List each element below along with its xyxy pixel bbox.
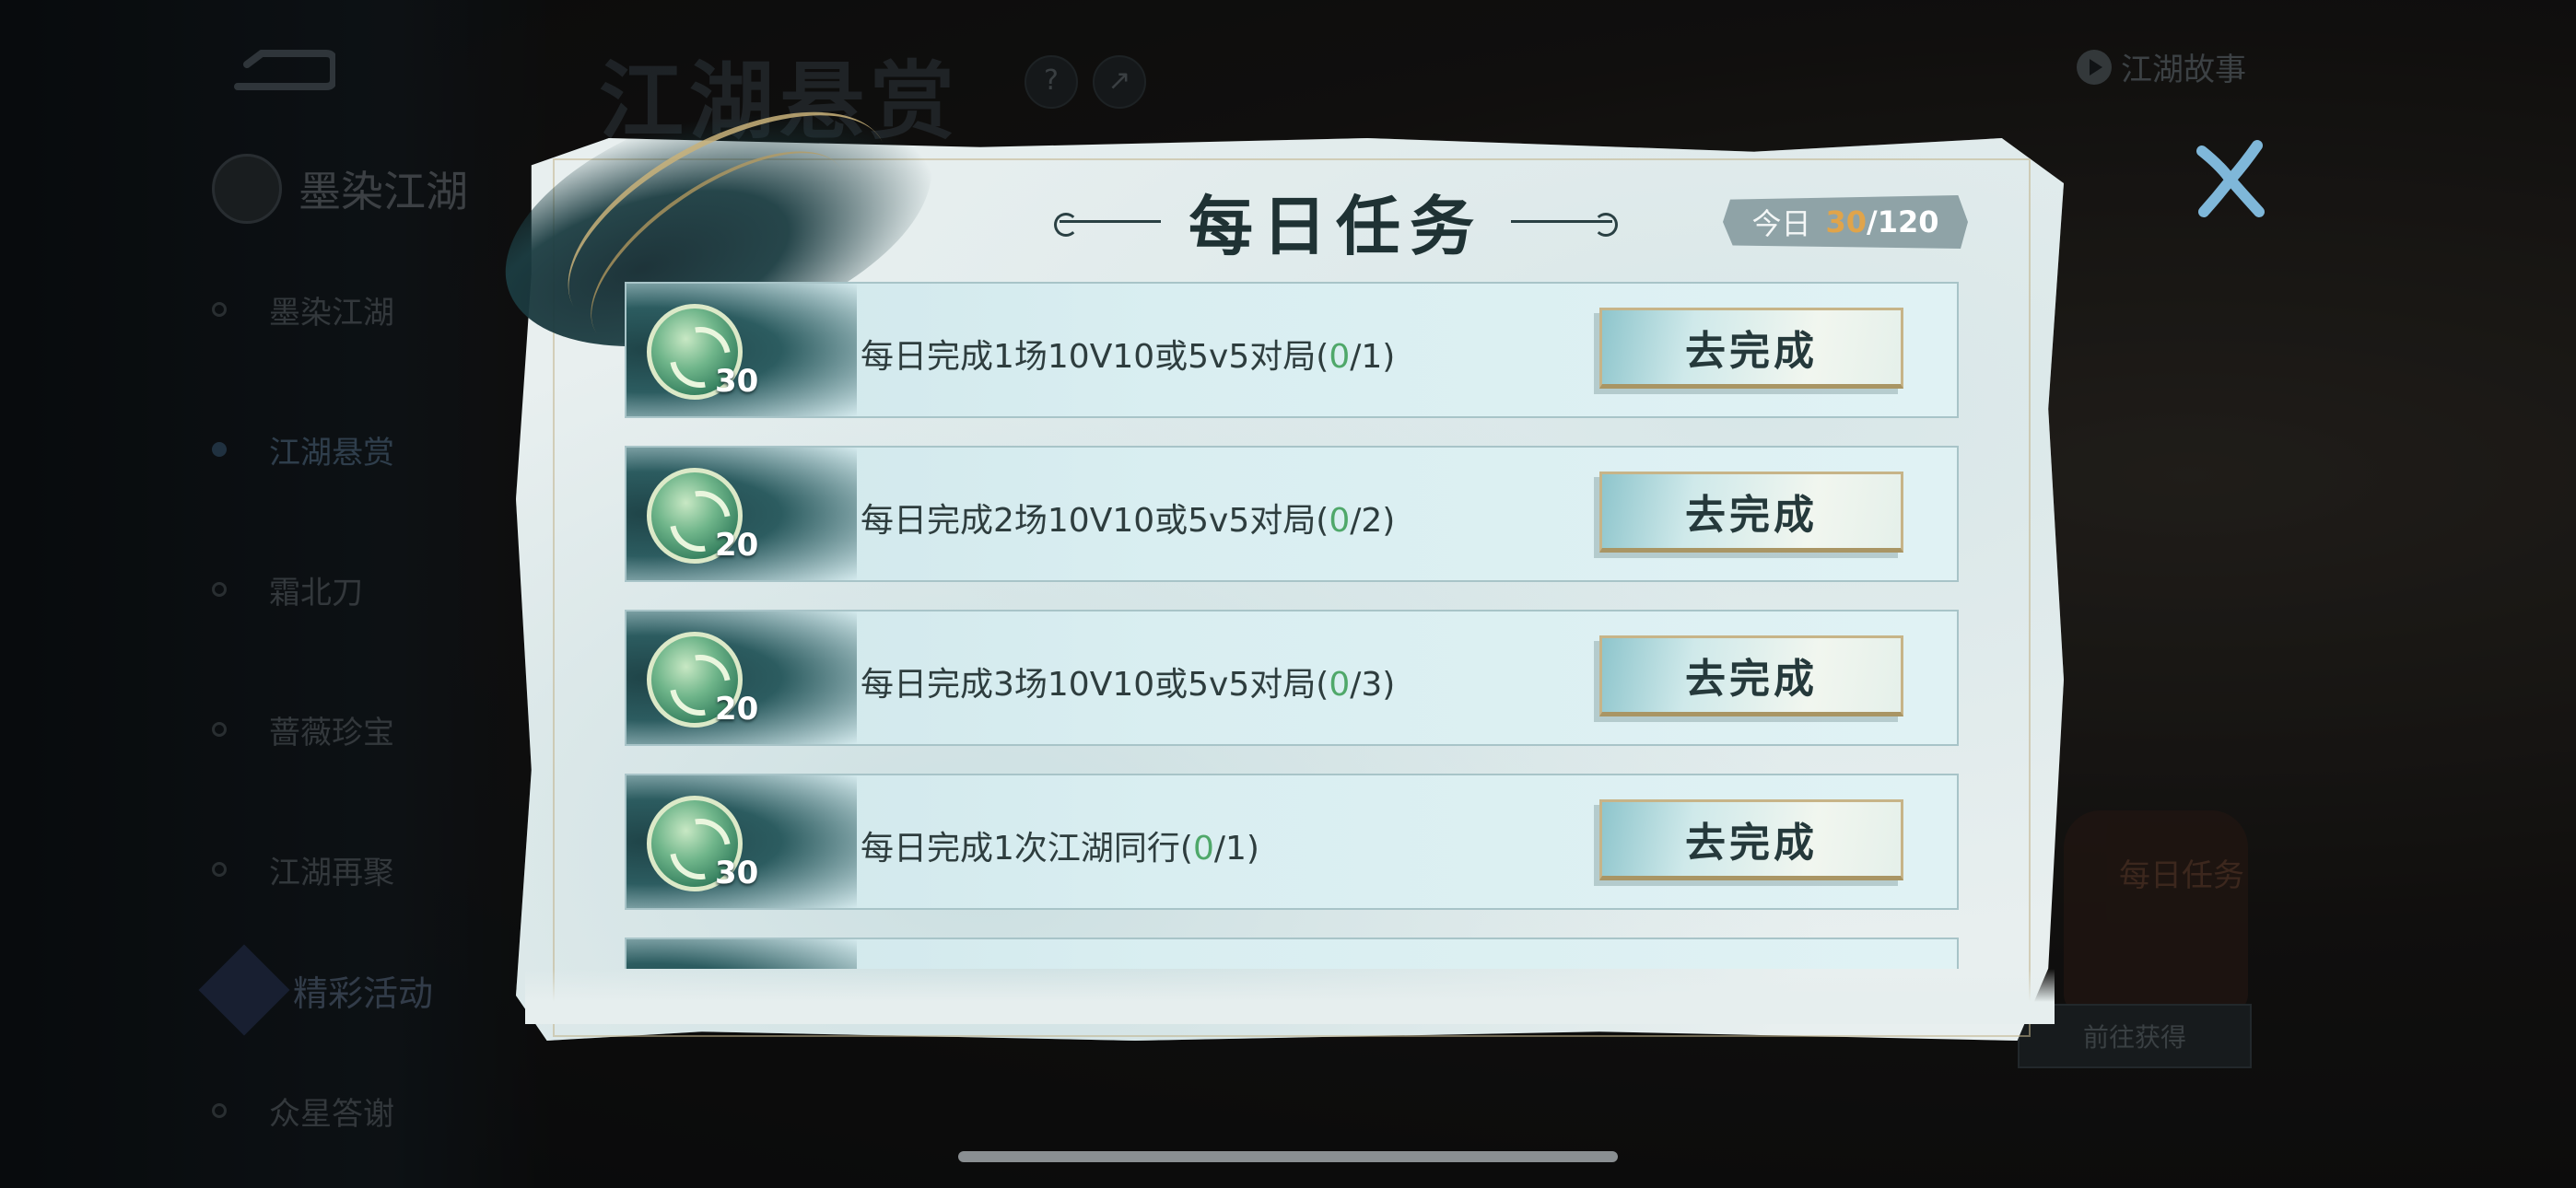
reward-amount: 30 [715,363,759,400]
task-text: 每日完成2场10V10或5v5对局( [861,502,1329,540]
cloud-ornament-icon [1511,213,1618,237]
task-text: 每日完成1场10V10或5v5对局( [861,338,1329,376]
go-complete-button[interactable]: 去完成 [1599,635,1903,716]
today-total: /120 [1867,204,1939,239]
task-progress-done: 0 [1329,666,1351,704]
task-row-partial [625,938,1959,969]
task-row: 20 每日完成2场10V10或5v5对局(0/2) 去完成 [625,446,1959,582]
task-progress-goal: /1) [1350,338,1396,376]
reward-amount: 30 [715,855,759,891]
task-text: 每日完成1次江湖同行( [861,830,1193,868]
today-label: 今日 [1751,206,1811,241]
task-row: 20 每日完成3场10V10或5v5对局(0/3) 去完成 [625,610,1959,746]
reward-amount: 20 [715,527,759,564]
home-indicator[interactable] [958,1151,1618,1162]
task-list[interactable]: 30 每日完成1场10V10或5v5对局(0/1) 去完成 20 每日完成2场1… [625,282,1961,969]
task-progress-done: 0 [1192,830,1214,868]
cloud-ornament-icon [1054,213,1161,237]
task-progress-done: 0 [1329,338,1351,376]
task-progress-goal: /1) [1213,830,1259,868]
go-complete-button[interactable]: 去完成 [1599,472,1903,553]
modal-title: 每日任务 [1188,187,1483,264]
task-row: 30 每日完成1次江湖同行(0/1) 去完成 [625,774,1959,910]
task-progress-goal: /3) [1350,666,1396,704]
go-complete-button[interactable]: 去完成 [1599,799,1903,880]
task-text: 每日完成3场10V10或5v5对局( [861,666,1329,704]
task-description: 每日完成3场10V10或5v5对局(0/3) [861,658,1395,705]
today-progress-badge: 今日 30/120 [1723,195,1968,249]
list-fade [525,969,2055,1024]
task-description: 每日完成1次江湖同行(0/1) [861,821,1259,869]
reward-amount: 20 [715,691,759,728]
task-progress-done: 0 [1329,502,1351,540]
go-complete-button[interactable]: 去完成 [1599,308,1903,389]
close-icon[interactable] [2193,138,2266,221]
today-current: 30 [1825,204,1868,239]
task-description: 每日完成1场10V10或5v5对局(0/1) [861,330,1395,378]
task-icon-band [626,939,857,969]
task-description: 每日完成2场10V10或5v5对局(0/2) [861,494,1395,542]
task-progress-goal: /2) [1350,502,1396,540]
modal-header: 每日任务 [995,175,1677,267]
task-row: 30 每日完成1场10V10或5v5对局(0/1) 去完成 [625,282,1959,418]
